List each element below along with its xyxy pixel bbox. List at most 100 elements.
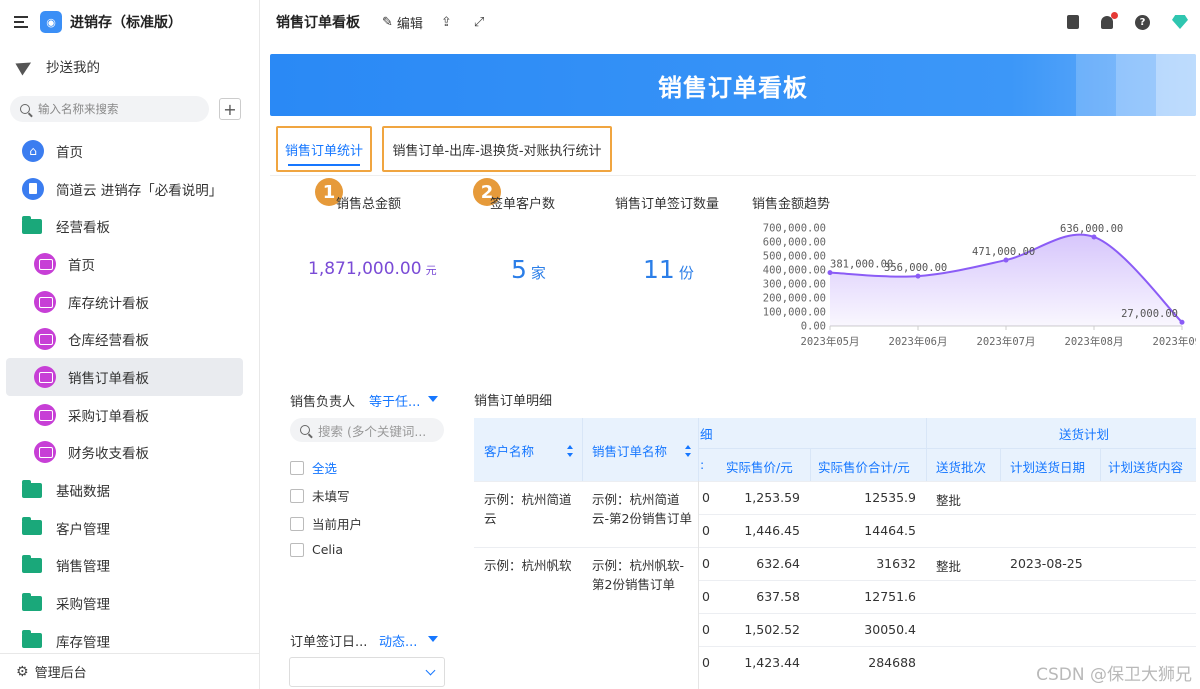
data-point [1179, 319, 1185, 325]
orders-number: 11 [643, 255, 675, 284]
x-tick-label: 2023年08月 [1065, 335, 1124, 348]
cell-actual-total: 284688 [868, 655, 916, 670]
option-unfilled[interactable]: 未填写 [290, 486, 350, 505]
option-label: 全选 [312, 461, 338, 476]
cell-actual-total: 12751.6 [864, 589, 916, 604]
sidebar-item-label: 首页 [56, 144, 83, 161]
watermark: CSDN @保卫大狮兄 [1036, 665, 1192, 685]
data-point [915, 273, 921, 279]
edit-button[interactable]: ✎ 编辑 [382, 13, 423, 32]
sidebar: ◉ 进销存（标准版） 抄送我的 输入名称来搜索 + ⌂ 首页 简道云 进销存「必看说… [0, 0, 260, 689]
send-icon [15, 56, 35, 76]
admin-label: 管理后台 [34, 666, 87, 681]
data-point [827, 270, 833, 276]
order-detail-table: 客户名称 销售订单名称 细 送货计划 : 实际售价/元 实际售价合计/元 送货批… [474, 418, 1196, 689]
sidebar-item-6[interactable]: 销售订单看板 [6, 358, 243, 396]
checkbox[interactable] [290, 488, 304, 503]
y-tick-label: 100,000.00 [763, 307, 826, 319]
cell-col-0: 0 [702, 655, 710, 670]
app-logo-icon: ◉ [40, 11, 62, 33]
sidebar-item-label: 首页 [68, 257, 95, 274]
x-tick-label: 2023年07月 [977, 335, 1036, 348]
book-icon[interactable] [1067, 15, 1079, 29]
option-celia[interactable]: Celia [290, 542, 343, 557]
dashboard-banner: 销售订单看板 [270, 54, 1196, 116]
cc-label: 抄送我的 [46, 60, 100, 76]
owner-mode-caret-icon[interactable] [428, 396, 438, 402]
y-tick-label: 200,000.00 [763, 293, 826, 305]
sidebar-header: ◉ 进销存（标准版） [0, 0, 259, 44]
sort-icon[interactable] [685, 445, 691, 457]
checkbox[interactable] [290, 516, 304, 531]
cell-actual-total: 31632 [876, 556, 916, 571]
bell-icon[interactable] [1101, 11, 1118, 29]
sidebar-item-11[interactable]: 销售管理 [6, 547, 243, 585]
sidebar-search-input[interactable]: 输入名称来搜索 [10, 96, 209, 122]
sidebar-item-4[interactable]: 库存统计看板 [6, 283, 243, 321]
tab-bar: 销售订单统计 销售订单-出库-退换货-对账执行统计 [270, 122, 1196, 176]
checkbox[interactable] [290, 542, 304, 557]
add-button[interactable]: + [219, 98, 241, 120]
header-group-plan: 送货计划 [1059, 427, 1110, 442]
sidebar-item-10[interactable]: 客户管理 [6, 509, 243, 547]
header-actual-price: 实际售价/元 [726, 460, 793, 475]
cc-to-me-link[interactable]: 抄送我的 [0, 44, 259, 88]
y-tick-label: 500,000.00 [763, 251, 826, 263]
cell-plan-date: 2023-08-25 [1010, 556, 1083, 571]
share-icon[interactable]: ⇪ [441, 15, 452, 30]
sidebar-item-12[interactable]: 采购管理 [6, 584, 243, 622]
date-select[interactable] [289, 657, 445, 687]
folder-icon [22, 215, 42, 234]
checkbox[interactable] [290, 460, 304, 475]
menu-icon[interactable] [14, 16, 28, 28]
cell-col-0: 0 [702, 589, 710, 604]
total-amount-number: 1,871,000.00 [308, 259, 422, 279]
owner-search-input[interactable]: 搜索 (多个关键词... [290, 418, 444, 442]
tab-sales-stats[interactable]: 销售订单统计 [276, 126, 372, 172]
header-col-0: : [700, 457, 705, 472]
sidebar-item-0[interactable]: ⌂ 首页 [6, 132, 243, 170]
date-filter-mode[interactable]: 动态... [379, 631, 417, 650]
owner-filter-mode[interactable]: 等于任... [369, 391, 420, 410]
document-icon [22, 177, 44, 200]
header-plan-date: 计划送货日期 [1010, 460, 1086, 475]
sidebar-item-8[interactable]: 财务收支看板 [6, 434, 243, 472]
header-order-name[interactable]: 销售订单名称 [592, 441, 667, 460]
sidebar-item-label: 采购订单看板 [68, 408, 149, 425]
topbar: 销售订单看板 ✎ 编辑 ⇪ ⤢ ? [260, 0, 1200, 44]
tab-execution-stats[interactable]: 销售订单-出库-退换货-对账执行统计 [382, 126, 612, 172]
dashboard-icon [34, 328, 56, 351]
sidebar-item-7[interactable]: 采购订单看板 [6, 396, 243, 434]
header-customer[interactable]: 客户名称 [484, 441, 534, 460]
sidebar-item-2[interactable]: 经营看板 [6, 207, 243, 245]
cell-actual-total: 30050.4 [864, 622, 916, 637]
pencil-icon: ✎ [382, 14, 393, 30]
gem-icon[interactable] [1172, 15, 1188, 29]
date-mode-caret-icon[interactable] [428, 636, 438, 642]
dashboard-icon [34, 252, 56, 275]
cell-customer: 示例：杭州帆软 [484, 558, 572, 573]
sidebar-item-5[interactable]: 仓库经营看板 [6, 320, 243, 358]
admin-link[interactable]: ⚙ 管理后台 [0, 653, 260, 689]
sidebar-item-9[interactable]: 基础数据 [6, 471, 243, 509]
sidebar-item-label: 经营看板 [56, 220, 110, 237]
sidebar-item-1[interactable]: 简道云 进销存「必看说明」 [6, 170, 243, 208]
customers-unit: 家 [530, 264, 546, 282]
header-actual-total: 实际售价合计/元 [818, 460, 910, 475]
cell-order-name: 示例：杭州帆软-第2份销售订单 [592, 558, 685, 592]
cell-order-name: 示例：杭州简道云-第2份销售订单 [592, 492, 692, 526]
owner-search-placeholder: 搜索 (多个关键词... [318, 423, 427, 439]
sidebar-item-3[interactable]: 首页 [6, 245, 243, 283]
sort-icon[interactable] [567, 445, 573, 457]
orders-unit: 份 [678, 264, 694, 282]
sidebar-item-label: 采购管理 [56, 597, 110, 614]
option-current-user[interactable]: 当前用户 [290, 514, 362, 533]
customers-label: 签单客户数 [490, 197, 556, 212]
search-placeholder: 输入名称来搜索 [38, 102, 119, 116]
fullscreen-icon[interactable]: ⤢ [474, 15, 484, 30]
help-icon[interactable]: ? [1135, 14, 1150, 30]
option-label: 当前用户 [312, 517, 363, 532]
cell-col-0: 0 [702, 490, 710, 505]
option-select-all[interactable]: 全选 [290, 458, 337, 477]
sidebar-item-label: 库存管理 [56, 634, 110, 651]
